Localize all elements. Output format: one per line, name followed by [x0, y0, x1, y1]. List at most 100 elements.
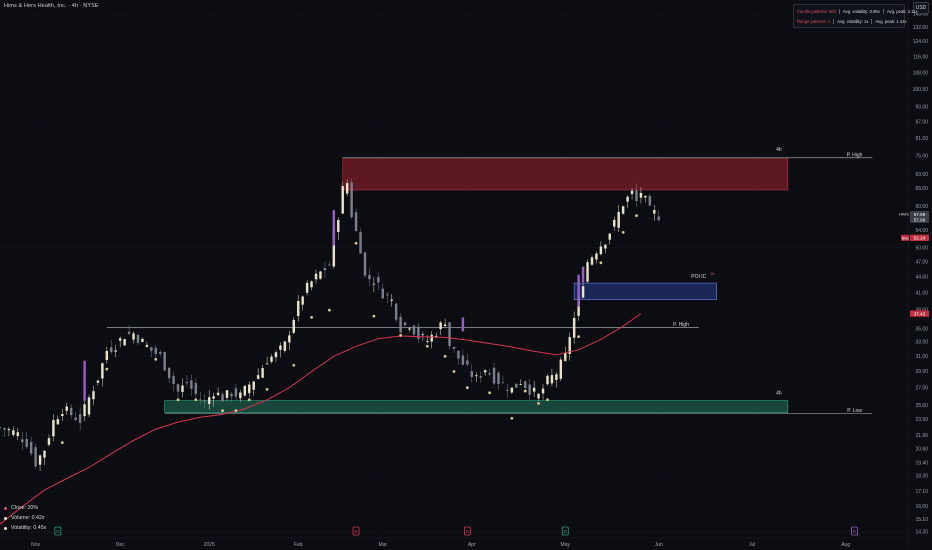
- pattern-marker: [546, 398, 549, 402]
- candle-body: [372, 283, 376, 285]
- annotation-label: 4h: [776, 391, 782, 397]
- candle-body: [159, 351, 162, 354]
- candle-body: [292, 319, 295, 333]
- y-tick-label: 47.00: [915, 259, 928, 265]
- y-tick-label: 14.30: [915, 530, 928, 536]
- candle-body: [345, 183, 349, 194]
- candle-body: [190, 380, 193, 389]
- x-tick-label: Dec: [116, 542, 125, 548]
- y-tick-label: 25.00: [915, 403, 928, 409]
- legend-close: Close: 20%: [4, 503, 46, 513]
- candle-body: [546, 375, 549, 385]
- candle-body: [319, 271, 322, 279]
- level-label: P. High: [673, 322, 689, 328]
- candle-body: [363, 252, 367, 276]
- candle-body: [172, 376, 175, 384]
- y-tick-label: 19.40: [915, 460, 928, 466]
- candle-patterns-label: Candle patterns: 503: [797, 9, 836, 14]
- candle-body: [439, 322, 442, 330]
- pattern-marker: [176, 398, 180, 402]
- legend-volatility: Volatility: 0.45x: [4, 523, 46, 533]
- pattern-marker: [154, 357, 158, 361]
- candle-body: [69, 407, 73, 416]
- candle-body: [434, 335, 438, 337]
- y-tick-label: 16.00: [915, 504, 928, 510]
- candle-body: [519, 384, 522, 385]
- x-tick-label: May: [561, 542, 571, 548]
- candle-body: [350, 182, 353, 218]
- candle-body: [225, 390, 229, 398]
- pattern-candle: [332, 210, 336, 246]
- candle-body: [452, 346, 456, 349]
- y-tick-label: 20.60: [915, 447, 928, 453]
- candle-body: [443, 324, 447, 327]
- candle-body: [283, 341, 287, 351]
- candle-body: [301, 296, 304, 305]
- candle-body: [288, 335, 291, 343]
- pattern-marker: [399, 333, 402, 337]
- pattern-candle: [461, 317, 465, 332]
- candle-body: [74, 417, 77, 421]
- candle-body: [207, 397, 211, 404]
- level-label: P. Low: [847, 408, 862, 414]
- candle-body: [621, 206, 625, 214]
- candle-body: [181, 385, 184, 392]
- candle-body: [101, 363, 104, 379]
- x-tick-label: Feb: [294, 542, 303, 548]
- pattern-marker: [599, 261, 603, 265]
- x-tick-label: 2025: [204, 542, 215, 548]
- candle-body: [403, 322, 407, 326]
- candle-body: [537, 393, 540, 399]
- pattern-marker: [60, 441, 64, 444]
- pattern-candle: [581, 266, 585, 283]
- candle-body: [506, 389, 509, 392]
- pattern-marker: [372, 314, 376, 318]
- candle-body: [29, 442, 33, 454]
- supply-zone: [342, 157, 789, 191]
- candle-body: [83, 404, 86, 417]
- candle-body: [274, 352, 278, 358]
- annotation-label: 4H: [710, 272, 715, 276]
- price-chart[interactable]: P. High P. High P. Low 4h 4h POI IC 4H 14.30 1…: [0, 0, 932, 550]
- candle-body: [430, 334, 433, 342]
- candle-avg-peak: Avg. peak: 2.11x: [886, 9, 918, 14]
- candle-body: [163, 352, 166, 371]
- pattern-marker: [310, 315, 313, 319]
- pattern-marker: [488, 391, 492, 395]
- candle-body: [599, 246, 603, 255]
- candle-body: [559, 359, 563, 379]
- pattern-marker: [425, 344, 429, 348]
- candle-body: [359, 232, 362, 254]
- candle-body: [595, 253, 598, 260]
- candle-body: [243, 385, 247, 396]
- candle-body: [501, 382, 505, 384]
- y-tick-label: 100.50: [913, 87, 929, 93]
- candle-body: [127, 331, 131, 334]
- candle-body: [399, 316, 402, 333]
- candle-body: [657, 216, 660, 221]
- candle-body: [194, 383, 198, 395]
- annotation-label: 4h: [776, 147, 782, 153]
- candle-body: [497, 372, 500, 385]
- pattern-marker: [194, 398, 198, 402]
- ticker-label: HIMS: [899, 212, 909, 217]
- x-tick-label: Mar: [378, 542, 387, 548]
- pattern-marker: [221, 409, 224, 413]
- y-tick-label: 18.30: [915, 474, 928, 480]
- pattern-marker: [621, 231, 625, 234]
- candle-body: [230, 393, 233, 397]
- y-tick-label: 21.90: [915, 433, 928, 439]
- candle-body: [368, 274, 371, 280]
- candle-body: [510, 387, 514, 393]
- candle-body: [87, 397, 91, 415]
- y-tick-label: 69.00: [915, 172, 928, 178]
- pattern-marker: [465, 386, 469, 390]
- annotation-label: POI IC: [691, 274, 706, 280]
- candle-body: [221, 394, 224, 402]
- candle-body: [132, 333, 135, 340]
- candle-body: [265, 363, 269, 365]
- candle-body: [644, 195, 647, 198]
- candle-body: [466, 360, 469, 365]
- volume-dot-icon: [4, 516, 7, 520]
- pattern-marker: [635, 214, 638, 218]
